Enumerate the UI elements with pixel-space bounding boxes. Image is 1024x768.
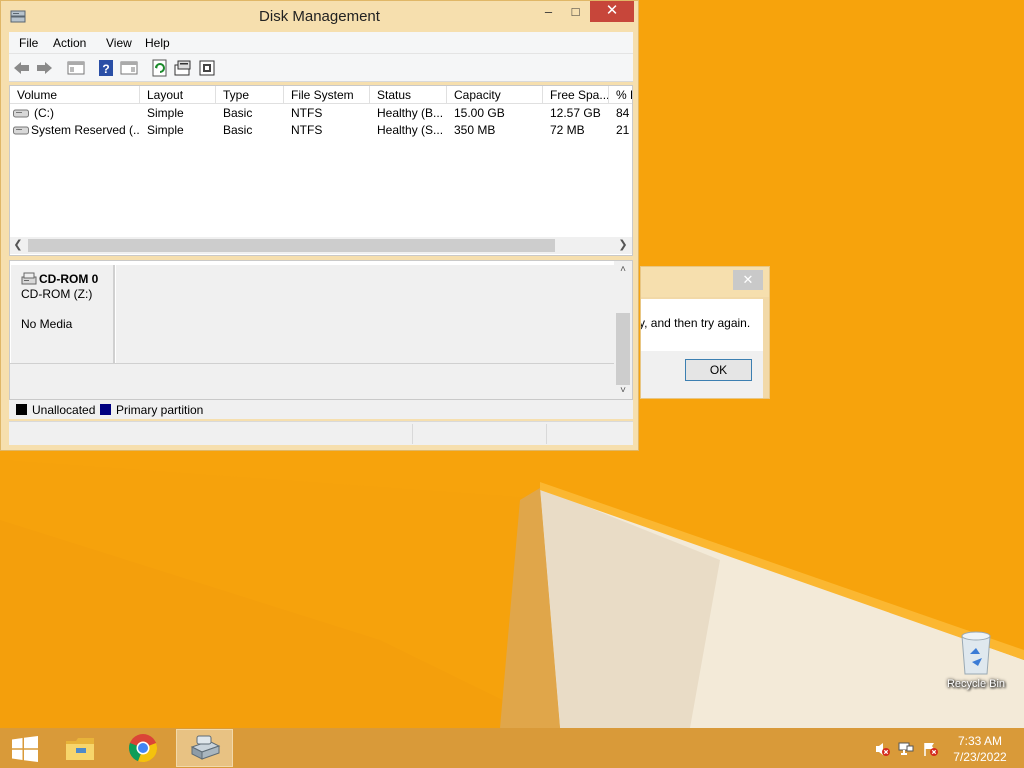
- disk-management-window: Disk Management – □ ✕ File Action View H…: [0, 0, 639, 451]
- legend: Unallocated Primary partition: [9, 400, 633, 419]
- taskbar-chrome[interactable]: [114, 729, 171, 767]
- action-center-icon[interactable]: [922, 741, 938, 757]
- status-pane: [546, 424, 633, 444]
- properties-pane-icon[interactable]: [119, 58, 139, 78]
- column-file-system[interactable]: File System: [284, 86, 370, 104]
- menu-view[interactable]: View: [106, 36, 132, 50]
- taskbar-file-explorer[interactable]: [52, 729, 109, 767]
- scroll-left-button[interactable]: ❮: [10, 237, 26, 254]
- drive-icon: [13, 109, 29, 118]
- menu-help[interactable]: Help: [145, 36, 170, 50]
- dialog-titlebar: ✕: [641, 267, 769, 297]
- cdrom-icon: [21, 272, 37, 285]
- recycle-bin-icon: [961, 631, 991, 675]
- legend-label-primary: Primary partition: [116, 403, 204, 417]
- disk-partition-area[interactable]: [116, 265, 614, 363]
- show-hide-console-tree-icon[interactable]: [66, 58, 86, 78]
- taskbar: 7:33 AM 7/23/2022: [0, 728, 1024, 768]
- vertical-scrollbar[interactable]: ˄ ˅: [614, 261, 632, 399]
- cell-volume: System Reserved (...: [31, 123, 139, 137]
- disk-management-icon: [190, 735, 221, 760]
- toolbar: ?: [9, 54, 633, 82]
- cell-status: Healthy (S...: [377, 123, 444, 137]
- volume-muted-icon[interactable]: [874, 741, 890, 757]
- maximize-button[interactable]: □: [562, 1, 589, 22]
- ok-button[interactable]: OK: [685, 359, 752, 381]
- column-volume[interactable]: Volume: [10, 86, 140, 104]
- cell-file-system: NTFS: [291, 123, 323, 137]
- close-button[interactable]: ✕: [590, 1, 634, 22]
- disk-graphical-view: CD-ROM 0 CD-ROM (Z:) No Media ˄ ˅: [9, 260, 633, 400]
- scroll-up-button[interactable]: ˄: [614, 261, 632, 278]
- cell-layout: Simple: [147, 123, 184, 137]
- volume-list: Volume Layout Type File System Status Ca…: [9, 85, 633, 256]
- vertical-scroll-thumb[interactable]: [616, 313, 630, 385]
- taskbar-disk-management[interactable]: [176, 729, 233, 767]
- horizontal-scroll-thumb[interactable]: [28, 239, 555, 252]
- column-status[interactable]: Status: [370, 86, 447, 104]
- disk-empty-area: [10, 364, 614, 399]
- start-button[interactable]: [0, 729, 50, 767]
- cell-capacity: 350 MB: [454, 123, 496, 137]
- table-row[interactable]: (C:) Simple Basic NTFS Healthy (B... 15.…: [10, 105, 632, 122]
- cell-percent-free: 84: [616, 106, 630, 120]
- cell-free-space: 72 MB: [550, 123, 585, 137]
- rescan-disks-icon[interactable]: [173, 58, 193, 78]
- menu-bar: File Action View Help: [9, 32, 633, 54]
- recycle-bin-shortcut[interactable]: Recycle Bin: [940, 628, 1012, 690]
- cell-percent-free: 21: [616, 123, 630, 137]
- status-bar: [9, 421, 633, 445]
- cell-capacity: 15.00 GB: [454, 106, 505, 120]
- column-type[interactable]: Type: [216, 86, 284, 104]
- clock-date: 7/23/2022: [953, 750, 1007, 764]
- dialog-message: y, and then try again.: [641, 316, 751, 330]
- cell-layout: Simple: [147, 106, 184, 120]
- column-free-space[interactable]: Free Spa...: [543, 86, 609, 104]
- column-layout[interactable]: Layout: [140, 86, 216, 104]
- menu-file[interactable]: File: [19, 36, 38, 50]
- refresh-icon[interactable]: [150, 58, 170, 78]
- file-explorer-icon: [66, 738, 94, 760]
- minimize-button[interactable]: –: [535, 1, 562, 22]
- clock[interactable]: 7:33 AM 7/23/2022: [946, 733, 1014, 765]
- column-capacity[interactable]: Capacity: [447, 86, 543, 104]
- legend-swatch-unallocated: [16, 404, 27, 415]
- clock-time: 7:33 AM: [957, 734, 1003, 748]
- title-bar[interactable]: Disk Management – □ ✕: [1, 1, 638, 31]
- chrome-icon: [128, 734, 158, 763]
- scroll-down-button[interactable]: ˅: [614, 382, 632, 399]
- legend-swatch-primary: [100, 404, 111, 415]
- scroll-right-button[interactable]: ❯: [615, 237, 631, 254]
- svg-text:?: ?: [102, 62, 109, 76]
- status-pane: [412, 424, 546, 444]
- cell-free-space: 12.57 GB: [550, 106, 601, 120]
- cell-status: Healthy (B...: [377, 106, 444, 120]
- cell-type: Basic: [223, 123, 253, 137]
- back-icon[interactable]: [12, 58, 32, 78]
- forward-icon[interactable]: [34, 58, 54, 78]
- table-row[interactable]: System Reserved (... Simple Basic NTFS H…: [10, 122, 632, 139]
- disk-label-panel[interactable]: CD-ROM 0 CD-ROM (Z:) No Media: [11, 265, 115, 363]
- column-percent-free[interactable]: % F: [609, 86, 632, 104]
- cell-file-system: NTFS: [291, 106, 323, 120]
- disk-name: CD-ROM 0: [39, 272, 99, 286]
- network-icon[interactable]: [898, 741, 914, 757]
- disk-media-status: No Media: [21, 317, 73, 331]
- cell-volume: (C:): [34, 106, 54, 120]
- horizontal-scrollbar[interactable]: ❮ ❯: [10, 237, 632, 254]
- cell-type: Basic: [223, 106, 253, 120]
- error-dialog: ✕ y, and then try again. OK: [640, 266, 770, 399]
- dialog-body: y, and then try again.: [641, 299, 763, 351]
- drive-icon: [13, 126, 29, 135]
- legend-label-unallocated: Unallocated: [32, 403, 96, 417]
- help-icon[interactable]: ?: [96, 58, 116, 78]
- disk-type: CD-ROM (Z:): [21, 287, 93, 301]
- start-icon: [12, 736, 38, 762]
- disk-properties-icon[interactable]: [197, 58, 217, 78]
- dialog-footer: OK: [641, 351, 763, 398]
- list-header: Volume Layout Type File System Status Ca…: [10, 86, 632, 104]
- recycle-bin-label: Recycle Bin: [946, 678, 1006, 690]
- menu-action[interactable]: Action: [53, 36, 86, 50]
- dialog-close-button[interactable]: ✕: [733, 270, 763, 290]
